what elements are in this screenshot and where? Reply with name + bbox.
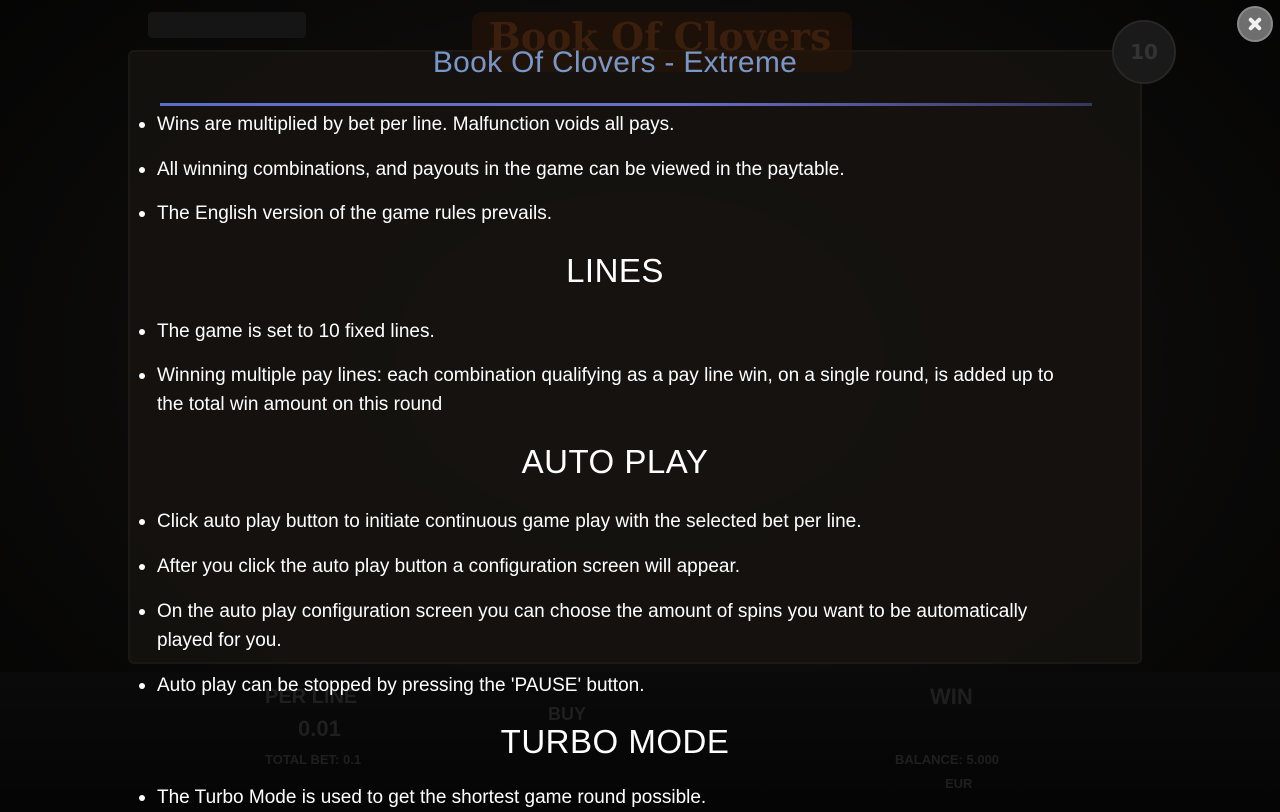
rule-item: The English version of the game rules pr…: [139, 199, 1077, 228]
autoplay-heading: AUTO PLAY: [521, 443, 709, 480]
rule-item: The Turbo Mode is used to get the shorte…: [139, 783, 1077, 812]
rule-item: On the auto play configuration screen yo…: [139, 597, 1077, 655]
rule-item: All winning combinations, and payouts in…: [139, 155, 1077, 184]
rule-item: Winning multiple pay lines: each combina…: [139, 361, 1077, 419]
rule-item: Auto play can be stopped by pressing the…: [139, 671, 1077, 700]
rule-item: Click auto play button to initiate conti…: [139, 507, 1077, 536]
rule-item: The game is set to 10 fixed lines.: [139, 317, 1077, 346]
rule-item: Wins are multiplied by bet per line. Mal…: [139, 110, 1077, 139]
turbo-heading: TURBO MODE: [500, 723, 730, 760]
lines-heading: LINES: [566, 252, 664, 289]
rules-content[interactable]: Wins are multiplied by bet per line. Mal…: [0, 0, 1280, 808]
rule-item: After you click the auto play button a c…: [139, 552, 1077, 581]
